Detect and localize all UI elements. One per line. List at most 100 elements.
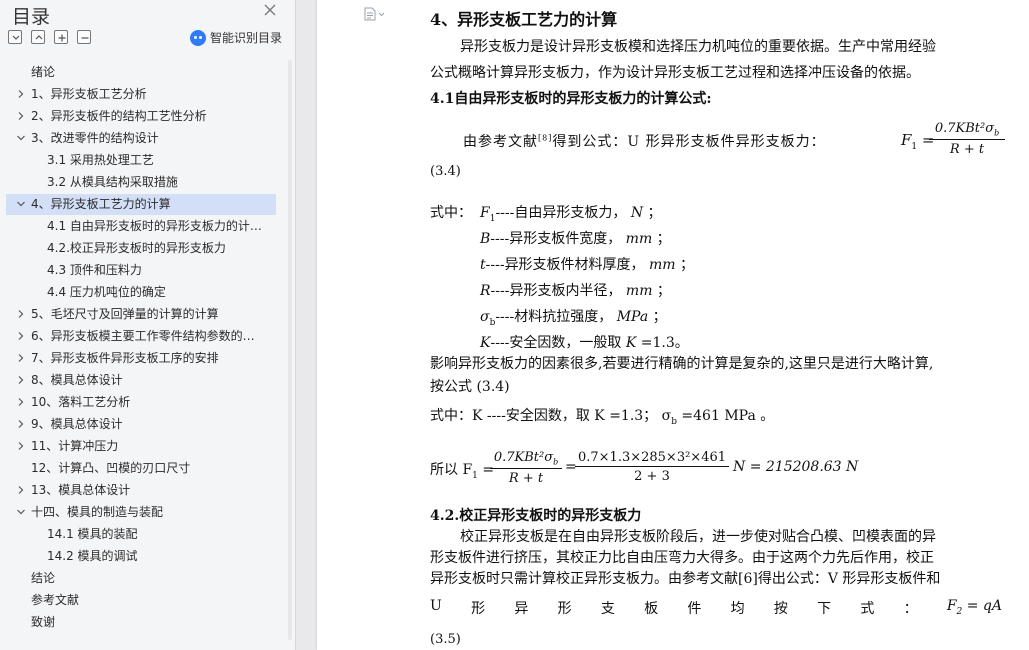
definition-line: B----异形支板件宽度， mm ； (480, 231, 671, 247)
chevron-right-icon[interactable] (16, 485, 26, 495)
subsection-heading: 4.1自由异形支板时的异形支板力的计算公式: (430, 91, 712, 107)
paragraph-line: 异形支板力是设计异形支板模和选择压力机吨位的重要依据。生产中常用经验 (460, 39, 936, 55)
definition-line: t----异形支板件材料厚度， mm ； (480, 257, 695, 273)
toc-item[interactable]: 致谢 (6, 612, 276, 633)
toc-item[interactable]: 结论 (6, 568, 276, 589)
chevron-down-icon[interactable] (16, 133, 26, 143)
toc-item[interactable]: 4.1 自由异形支板时的异形支板力的计算公式 (6, 216, 276, 237)
toc-scrollbar[interactable] (287, 60, 293, 640)
justified-line: U 形 异 形 支 板 件 均 按 下 式 ： F2 = qA (430, 598, 1002, 618)
justified-word: 件 (687, 601, 702, 617)
close-icon[interactable] (262, 2, 280, 20)
toc-item-label: 8、模具总体设计 (31, 373, 123, 387)
equation-number: (3.4) (430, 164, 461, 179)
chevron-right-icon[interactable] (16, 419, 26, 429)
toc-item-label: 14.2 模具的调试 (47, 549, 138, 563)
definition-line: K----安全因数，一般取 K =1.3。 (480, 335, 689, 351)
page-menu-icon[interactable] (363, 6, 387, 21)
toc-item-label: 3.1 采用热处理工艺 (47, 153, 154, 167)
toc-item[interactable]: 1、异形支板工艺分析 (6, 84, 276, 105)
justified-word: 式 (860, 601, 875, 617)
add-heading-icon[interactable] (54, 30, 68, 44)
toc-item[interactable]: 9、模具总体设计 (6, 414, 276, 435)
toc-item[interactable]: 7、异形支板件异形支板工序的安排 (6, 348, 276, 369)
justified-word: 异 (514, 601, 529, 617)
toc-item[interactable]: 3.2 从模具结构采取措施 (6, 172, 276, 193)
paragraph-line: 校正异形支板是在自由异形支板阶段后，进一步使对贴合凸模、凹模表面的异 (460, 529, 936, 545)
chevron-right-icon[interactable] (16, 353, 26, 363)
smart-toc-button[interactable]: 智能识别目录 (190, 29, 282, 46)
toc-item-label: 1、异形支板工艺分析 (31, 87, 147, 101)
subsection-heading: 4.2.校正异形支板时的异形支板力 (430, 508, 642, 524)
toc-item-label: 4.1 自由异形支板时的异形支板力的计算公式 (47, 219, 266, 233)
justified-word: 形 (471, 601, 486, 617)
chevron-right-icon[interactable] (16, 375, 26, 385)
calc-fraction-1: 0.7KBt²σb R + t (490, 450, 562, 486)
toc-item[interactable]: 5、毛坯尺寸及回弹量的计算的计算 (6, 304, 276, 325)
formula-f2: F2 = qA (946, 598, 1002, 617)
toc-item-label: 4.2.校正异形支板时的异形支板力 (47, 241, 226, 255)
toc-item-label: 13、模具总体设计 (31, 483, 131, 497)
remove-heading-icon[interactable] (77, 30, 91, 44)
toc-item[interactable]: 参考文献 (6, 590, 276, 611)
app-window: 目录 智能识别目录 绪论 1、异形支板工艺分析 2、异形支板件的结构工艺性分析 3、改… (0, 0, 1029, 650)
toc-item-label: 2、异形支板件的结构工艺性分析 (31, 109, 207, 123)
calc-result: N = 215208.63 N (733, 459, 859, 475)
toc-item[interactable]: 11、计算冲压力 (6, 436, 276, 457)
toc-item[interactable]: 12、计算凸、凹模的刃口尺寸 (6, 458, 276, 479)
formula-intro: 由参考文献[8]得到公式：U 形异形支板件异形支板力： (463, 133, 826, 150)
chevron-right-icon[interactable] (16, 397, 26, 407)
toc-item-label: 3.2 从模具结构采取措施 (47, 175, 178, 189)
toc-item[interactable]: 13、模具总体设计 (6, 480, 276, 501)
paragraph-line: 影响异形支板力的因素很多,若要进行精确的计算是复杂的,这里只是进行大略计算, (430, 356, 934, 372)
chevron-right-icon[interactable] (16, 309, 26, 319)
toc-item-label: 十四、模具的制造与装配 (31, 505, 164, 519)
toc-item-label: 绪论 (31, 65, 56, 79)
justified-word: ： (903, 601, 918, 617)
definition-line: σb----材料抗拉强度， MPa ； (480, 309, 667, 328)
where-label: 式中： (430, 205, 472, 221)
toc-item[interactable]: 4.3 顶件和压料力 (6, 260, 276, 281)
paragraph-line: 式中：K ----安全因数，取 K =1.3； σb =461 MPa 。 (430, 408, 775, 427)
toc-item-label: 12、计算凸、凹模的刃口尺寸 (31, 461, 191, 475)
toc-item-label: 11、计算冲压力 (31, 439, 119, 453)
chevron-down-icon[interactable] (16, 507, 26, 517)
justified-word: 板 (644, 601, 659, 617)
toc-item[interactable]: 4、异形支板工艺力的计算 (6, 194, 276, 215)
justified-word: 支 (600, 601, 615, 617)
toc-item[interactable]: 8、模具总体设计 (6, 370, 276, 391)
chevron-right-icon[interactable] (16, 89, 26, 99)
toc-item[interactable]: 14.1 模具的装配 (6, 524, 276, 545)
chevron-down-icon[interactable] (16, 199, 26, 209)
toc-item-label: 参考文献 (31, 593, 80, 607)
toc-item-label: 7、异形支板件异形支板工序的安排 (31, 351, 219, 365)
toc-item[interactable]: 2、异形支板件的结构工艺性分析 (6, 106, 276, 127)
toc-item[interactable]: 十四、模具的制造与装配 (6, 502, 276, 523)
toc-item[interactable]: 3、改进零件的结构设计 (6, 128, 276, 149)
toc-item-label: 5、毛坯尺寸及回弹量的计算的计算 (31, 307, 219, 321)
justified-word: U (430, 598, 442, 614)
toc-item[interactable]: 10、落料工艺分析 (6, 392, 276, 413)
toc-item[interactable]: 绪论 (6, 62, 276, 83)
toc-item-label: 3、改进零件的结构设计 (31, 131, 159, 145)
toc-sidebar: 目录 智能识别目录 绪论 1、异形支板工艺分析 2、异形支板件的结构工艺性分析 3、改… (0, 0, 296, 650)
toc-item-label: 9、模具总体设计 (31, 417, 123, 431)
toc-item[interactable]: 3.1 采用热处理工艺 (6, 150, 276, 171)
expand-up-icon[interactable] (31, 30, 45, 44)
toc-item[interactable]: 4.2.校正异形支板时的异形支板力 (6, 238, 276, 259)
collapse-all-icon[interactable] (8, 30, 22, 44)
toc-item[interactable]: 6、异形支板模主要工作零件结构参数的确定 (6, 326, 276, 347)
toc-item[interactable]: 14.2 模具的调试 (6, 546, 276, 567)
chevron-right-icon[interactable] (16, 331, 26, 341)
chevron-right-icon[interactable] (16, 111, 26, 121)
paragraph-line: 异形支板时只需计算校正异形支板力。由参考文献[6]得出公式：V 形异形支板件和 (430, 571, 941, 587)
paragraph-line: 形支板件进行挤压，其校正力比自由压弯力大得多。由于这两个力先后作用，校正 (430, 550, 934, 566)
section-heading: 4、异形支板工艺力的计算 (430, 10, 618, 29)
toc-item-label: 4.4 压力机吨位的确定 (47, 285, 166, 299)
toc-item[interactable]: 4.4 压力机吨位的确定 (6, 282, 276, 303)
toc-title: 目录 (12, 6, 51, 28)
justified-word: 下 (817, 601, 832, 617)
paragraph-line: 公式概略计算异形支板力，作为设计异形支板工艺过程和选择冲压设备的依据。 (430, 65, 920, 81)
chevron-right-icon[interactable] (16, 441, 26, 451)
toc-item-label: 14.1 模具的装配 (47, 527, 138, 541)
